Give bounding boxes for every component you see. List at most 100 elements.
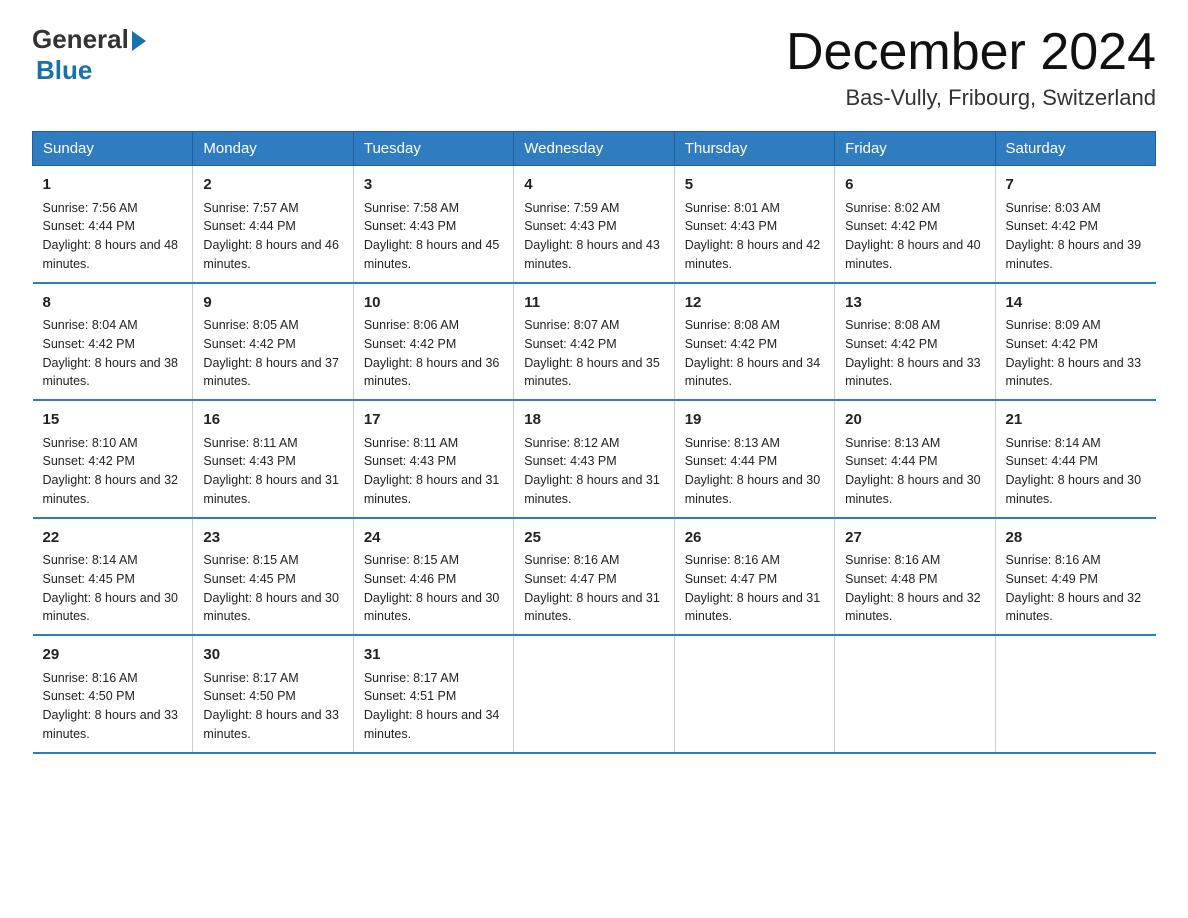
day-number: 8 (43, 292, 183, 315)
calendar-cell: 1 Sunrise: 7:56 AMSunset: 4:44 PMDaylight… (33, 166, 193, 283)
calendar-cell: 7 Sunrise: 8:03 AMSunset: 4:42 PMDaylight… (995, 166, 1155, 283)
calendar-cell: 22 Sunrise: 8:14 AMSunset: 4:45 PMDayligh… (33, 518, 193, 636)
calendar-cell: 11Sunrise: 8:07 AMSunset: 4:42 PMDayligh… (514, 283, 674, 401)
calendar-cell: 29 Sunrise: 8:16 AMSunset: 4:50 PMDayligh… (33, 635, 193, 753)
day-number: 26 (685, 527, 824, 550)
calendar-header-row: SundayMondayTuesdayWednesdayThursdayFrid… (33, 132, 1156, 166)
calendar-cell: 28Sunrise: 8:16 AMSunset: 4:49 PMDayligh… (995, 518, 1155, 636)
calendar-cell: 21 Sunrise: 8:14 AMSunset: 4:44 PMDayligh… (995, 400, 1155, 518)
header-tuesday: Tuesday (353, 132, 513, 166)
day-info: Sunrise: 8:14 AMSunset: 4:44 PMDaylight:… (1006, 436, 1142, 506)
day-number: 21 (1006, 409, 1146, 432)
day-info: Sunrise: 8:11 AMSunset: 4:43 PMDaylight:… (203, 436, 339, 506)
day-info: Sunrise: 7:57 AMSunset: 4:44 PMDaylight:… (203, 201, 339, 271)
calendar-cell: 12 Sunrise: 8:08 AMSunset: 4:42 PMDayligh… (674, 283, 834, 401)
header-monday: Monday (193, 132, 353, 166)
day-number: 18 (524, 409, 663, 432)
day-info: Sunrise: 8:05 AMSunset: 4:42 PMDaylight:… (203, 318, 339, 388)
day-number: 27 (845, 527, 984, 550)
day-info: Sunrise: 8:17 AMSunset: 4:50 PMDaylight:… (203, 671, 339, 741)
header-saturday: Saturday (995, 132, 1155, 166)
logo: General Blue (32, 24, 146, 86)
calendar-cell: 8 Sunrise: 8:04 AMSunset: 4:42 PMDaylight… (33, 283, 193, 401)
day-info: Sunrise: 8:10 AMSunset: 4:42 PMDaylight:… (43, 436, 179, 506)
week-row-4: 22 Sunrise: 8:14 AMSunset: 4:45 PMDayligh… (33, 518, 1156, 636)
day-number: 17 (364, 409, 503, 432)
location-title: Bas-Vully, Fribourg, Switzerland (786, 85, 1156, 111)
day-number: 13 (845, 292, 984, 315)
day-number: 3 (364, 174, 503, 197)
day-info: Sunrise: 8:06 AMSunset: 4:42 PMDaylight:… (364, 318, 500, 388)
calendar-cell (835, 635, 995, 753)
day-number: 5 (685, 174, 824, 197)
calendar-cell: 9 Sunrise: 8:05 AMSunset: 4:42 PMDaylight… (193, 283, 353, 401)
logo-blue-text: Blue (36, 55, 92, 86)
day-info: Sunrise: 8:15 AMSunset: 4:46 PMDaylight:… (364, 553, 500, 623)
day-number: 4 (524, 174, 663, 197)
day-info: Sunrise: 8:16 AMSunset: 4:48 PMDaylight:… (845, 553, 981, 623)
day-info: Sunrise: 8:02 AMSunset: 4:42 PMDaylight:… (845, 201, 981, 271)
day-info: Sunrise: 8:12 AMSunset: 4:43 PMDaylight:… (524, 436, 660, 506)
week-row-3: 15 Sunrise: 8:10 AMSunset: 4:42 PMDayligh… (33, 400, 1156, 518)
calendar-cell: 15 Sunrise: 8:10 AMSunset: 4:42 PMDayligh… (33, 400, 193, 518)
week-row-1: 1 Sunrise: 7:56 AMSunset: 4:44 PMDaylight… (33, 166, 1156, 283)
page-header: General Blue December 2024 Bas-Vully, Fr… (32, 24, 1156, 111)
day-info: Sunrise: 8:04 AMSunset: 4:42 PMDaylight:… (43, 318, 179, 388)
calendar-cell: 16 Sunrise: 8:11 AMSunset: 4:43 PMDayligh… (193, 400, 353, 518)
day-number: 14 (1006, 292, 1146, 315)
calendar-cell: 17 Sunrise: 8:11 AMSunset: 4:43 PMDayligh… (353, 400, 513, 518)
calendar-cell: 20Sunrise: 8:13 AMSunset: 4:44 PMDayligh… (835, 400, 995, 518)
day-info: Sunrise: 8:01 AMSunset: 4:43 PMDaylight:… (685, 201, 821, 271)
day-number: 2 (203, 174, 342, 197)
calendar-cell: 23 Sunrise: 8:15 AMSunset: 4:45 PMDayligh… (193, 518, 353, 636)
header-thursday: Thursday (674, 132, 834, 166)
day-number: 1 (43, 174, 183, 197)
calendar-cell: 26 Sunrise: 8:16 AMSunset: 4:47 PMDayligh… (674, 518, 834, 636)
calendar-cell: 18 Sunrise: 8:12 AMSunset: 4:43 PMDayligh… (514, 400, 674, 518)
calendar-cell: 4 Sunrise: 7:59 AMSunset: 4:43 PMDaylight… (514, 166, 674, 283)
day-number: 15 (43, 409, 183, 432)
day-number: 12 (685, 292, 824, 315)
day-number: 28 (1006, 527, 1146, 550)
calendar-cell: 10 Sunrise: 8:06 AMSunset: 4:42 PMDayligh… (353, 283, 513, 401)
day-info: Sunrise: 7:56 AMSunset: 4:44 PMDaylight:… (43, 201, 179, 271)
logo-arrow-icon (132, 31, 146, 51)
day-number: 24 (364, 527, 503, 550)
day-number: 23 (203, 527, 342, 550)
header-friday: Friday (835, 132, 995, 166)
day-number: 10 (364, 292, 503, 315)
week-row-5: 29 Sunrise: 8:16 AMSunset: 4:50 PMDayligh… (33, 635, 1156, 753)
day-info: Sunrise: 8:16 AMSunset: 4:50 PMDaylight:… (43, 671, 179, 741)
header-sunday: Sunday (33, 132, 193, 166)
calendar-cell: 5 Sunrise: 8:01 AMSunset: 4:43 PMDaylight… (674, 166, 834, 283)
logo-general-text: General (32, 24, 129, 55)
calendar-cell: 27 Sunrise: 8:16 AMSunset: 4:48 PMDayligh… (835, 518, 995, 636)
header-wednesday: Wednesday (514, 132, 674, 166)
day-number: 20 (845, 409, 984, 432)
day-info: Sunrise: 8:14 AMSunset: 4:45 PMDaylight:… (43, 553, 179, 623)
calendar-cell (995, 635, 1155, 753)
calendar-cell: 13Sunrise: 8:08 AMSunset: 4:42 PMDayligh… (835, 283, 995, 401)
calendar-cell: 25Sunrise: 8:16 AMSunset: 4:47 PMDayligh… (514, 518, 674, 636)
day-number: 30 (203, 644, 342, 667)
calendar-cell: 14Sunrise: 8:09 AMSunset: 4:42 PMDayligh… (995, 283, 1155, 401)
month-title: December 2024 (786, 24, 1156, 81)
day-info: Sunrise: 7:59 AMSunset: 4:43 PMDaylight:… (524, 201, 660, 271)
day-info: Sunrise: 8:17 AMSunset: 4:51 PMDaylight:… (364, 671, 500, 741)
day-number: 7 (1006, 174, 1146, 197)
day-info: Sunrise: 8:16 AMSunset: 4:47 PMDaylight:… (685, 553, 821, 623)
title-section: December 2024 Bas-Vully, Fribourg, Switz… (786, 24, 1156, 111)
day-number: 22 (43, 527, 183, 550)
day-info: Sunrise: 8:13 AMSunset: 4:44 PMDaylight:… (685, 436, 821, 506)
day-number: 9 (203, 292, 342, 315)
day-info: Sunrise: 8:15 AMSunset: 4:45 PMDaylight:… (203, 553, 339, 623)
day-number: 19 (685, 409, 824, 432)
calendar-cell (514, 635, 674, 753)
day-number: 16 (203, 409, 342, 432)
calendar-cell: 24 Sunrise: 8:15 AMSunset: 4:46 PMDayligh… (353, 518, 513, 636)
day-number: 11 (524, 292, 663, 315)
day-number: 29 (43, 644, 183, 667)
day-info: Sunrise: 8:08 AMSunset: 4:42 PMDaylight:… (685, 318, 821, 388)
day-info: Sunrise: 8:11 AMSunset: 4:43 PMDaylight:… (364, 436, 500, 506)
day-info: Sunrise: 8:03 AMSunset: 4:42 PMDaylight:… (1006, 201, 1142, 271)
